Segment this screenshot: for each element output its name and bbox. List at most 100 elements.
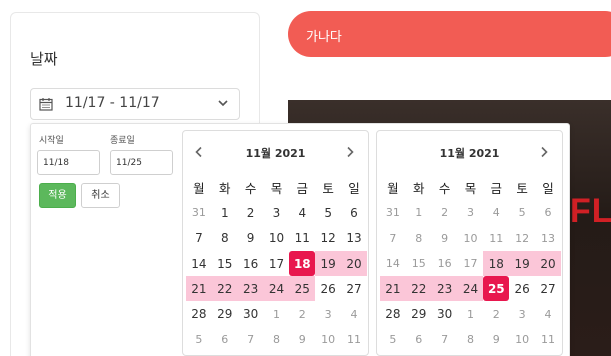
day-cell[interactable]: 4 bbox=[535, 301, 561, 326]
day-cell[interactable]: 7 bbox=[432, 327, 458, 352]
day-cell[interactable]: 3 bbox=[458, 200, 484, 225]
day-cell[interactable]: 8 bbox=[458, 327, 484, 352]
day-cell[interactable]: 19 bbox=[315, 250, 342, 277]
day-cell[interactable]: 5 bbox=[380, 327, 406, 352]
day-cell[interactable]: 27 bbox=[341, 276, 367, 301]
day-cell[interactable]: 31 bbox=[186, 200, 212, 225]
day-cell[interactable]: 5 bbox=[315, 200, 341, 225]
day-cell[interactable]: 29 bbox=[212, 301, 238, 326]
day-cell[interactable]: 7 bbox=[238, 327, 264, 352]
day-cell[interactable]: 20 bbox=[535, 250, 561, 277]
day-cell[interactable]: 24 bbox=[457, 276, 484, 302]
day-cell[interactable]: 8 bbox=[264, 327, 290, 352]
day-cell[interactable]: 2 bbox=[432, 200, 458, 225]
day-cell[interactable]: 28 bbox=[186, 301, 212, 326]
day-cell[interactable]: 6 bbox=[341, 200, 367, 225]
weekday-label: 목 bbox=[270, 181, 283, 197]
day-cell[interactable]: 17 bbox=[458, 251, 484, 276]
next-month-icon[interactable] bbox=[344, 146, 356, 158]
day-cell[interactable]: 7 bbox=[186, 226, 212, 251]
day-cell[interactable]: 30 bbox=[432, 301, 458, 326]
weekday-label: 토 bbox=[322, 181, 334, 197]
day-cell[interactable]: 12 bbox=[509, 226, 535, 251]
day-cell[interactable]: 16 bbox=[432, 251, 458, 276]
day-cell[interactable]: 16 bbox=[238, 251, 264, 276]
chevron-down-icon bbox=[218, 100, 228, 107]
day-cell[interactable]: 1 bbox=[212, 200, 238, 225]
day-cell[interactable]: 5 bbox=[186, 327, 212, 352]
day-cell[interactable]: 22 bbox=[405, 276, 432, 302]
day-cell[interactable]: 3 bbox=[315, 301, 341, 326]
day-cell[interactable]: 29 bbox=[406, 301, 432, 326]
day-cell[interactable]: 31 bbox=[380, 200, 406, 225]
day-cell[interactable]: 1 bbox=[458, 301, 484, 326]
day-cell[interactable]: 30 bbox=[238, 301, 264, 326]
day-cell[interactable]: 4 bbox=[289, 200, 315, 225]
day-cell[interactable]: 17 bbox=[264, 251, 290, 276]
day-cell[interactable]: 11 bbox=[341, 327, 367, 352]
day-cell[interactable]: 15 bbox=[212, 251, 238, 276]
next-month-icon[interactable] bbox=[538, 146, 550, 158]
day-cell[interactable]: 9 bbox=[238, 226, 264, 251]
apply-button[interactable]: 적용 bbox=[39, 183, 76, 208]
day-cell[interactable]: 2 bbox=[238, 200, 264, 225]
day-cell[interactable]: 25 bbox=[289, 276, 316, 302]
selected-day-cell[interactable]: 18 bbox=[289, 250, 316, 277]
day-cell[interactable]: 5 bbox=[509, 200, 535, 225]
calendar-week-row: 7 8 9 10 11 12 13 bbox=[380, 226, 561, 251]
day-cell[interactable]: 8 bbox=[406, 226, 432, 251]
day-cell[interactable]: 1 bbox=[406, 200, 432, 225]
day-cell[interactable]: 28 bbox=[380, 301, 406, 326]
day-cell[interactable]: 10 bbox=[458, 226, 484, 251]
selected-day-cell[interactable]: 25 bbox=[483, 276, 510, 302]
day-cell[interactable]: 12 bbox=[315, 226, 341, 251]
calendar-week-row: 31 1 2 3 4 5 6 bbox=[186, 200, 367, 225]
day-cell[interactable]: 1 bbox=[264, 301, 290, 326]
day-cell[interactable]: 21 bbox=[380, 276, 406, 302]
day-cell[interactable]: 6 bbox=[535, 200, 561, 225]
day-cell[interactable]: 15 bbox=[406, 251, 432, 276]
day-cell[interactable]: 6 bbox=[212, 327, 238, 352]
day-cell[interactable]: 10 bbox=[315, 327, 341, 352]
start-date-input[interactable] bbox=[37, 150, 100, 175]
day-cell[interactable]: 2 bbox=[289, 301, 315, 326]
day-cell[interactable]: 7 bbox=[380, 226, 406, 251]
day-cell[interactable]: 9 bbox=[483, 327, 509, 352]
cancel-button[interactable]: 취소 bbox=[81, 183, 120, 208]
day-cell[interactable]: 14 bbox=[186, 251, 212, 276]
calendar-right: 11월 2021 월 화 수 목 금 토 일 31 1 2 3 4 5 6 7 8 9 10 11 12 13 14 15 1… bbox=[376, 130, 563, 356]
day-cell[interactable]: 8 bbox=[212, 226, 238, 251]
day-cell[interactable]: 10 bbox=[264, 226, 290, 251]
day-cell[interactable]: 6 bbox=[406, 327, 432, 352]
date-range-trigger[interactable]: 11/17 - 11/17 bbox=[30, 88, 240, 120]
day-cell[interactable]: 11 bbox=[535, 327, 561, 352]
weekday-label: 화 bbox=[413, 181, 425, 197]
day-cell[interactable]: 4 bbox=[483, 200, 509, 225]
day-cell[interactable]: 3 bbox=[264, 200, 290, 225]
day-cell[interactable]: 9 bbox=[432, 226, 458, 251]
calendar-icon bbox=[39, 98, 53, 111]
day-cell[interactable]: 26 bbox=[509, 276, 535, 301]
day-cell[interactable]: 11 bbox=[289, 226, 315, 251]
day-cell[interactable]: 4 bbox=[341, 301, 367, 326]
day-cell[interactable]: 23 bbox=[237, 276, 264, 302]
day-cell[interactable]: 22 bbox=[211, 276, 238, 302]
day-cell[interactable]: 13 bbox=[535, 226, 561, 251]
day-cell[interactable]: 3 bbox=[509, 301, 535, 326]
end-date-input[interactable] bbox=[110, 150, 173, 175]
day-cell[interactable]: 23 bbox=[431, 276, 458, 302]
day-cell[interactable]: 27 bbox=[535, 276, 561, 301]
day-cell[interactable]: 11 bbox=[483, 226, 509, 251]
day-cell[interactable]: 10 bbox=[509, 327, 535, 352]
day-cell[interactable]: 19 bbox=[509, 250, 536, 277]
day-cell[interactable]: 21 bbox=[186, 276, 212, 302]
day-cell[interactable]: 24 bbox=[263, 276, 290, 302]
day-cell[interactable]: 26 bbox=[315, 276, 341, 301]
day-cell[interactable]: 13 bbox=[341, 226, 367, 251]
day-cell[interactable]: 2 bbox=[483, 301, 509, 326]
calendar-week-row: 5 6 7 8 9 10 11 bbox=[186, 327, 367, 352]
day-cell[interactable]: 9 bbox=[289, 327, 315, 352]
day-cell[interactable]: 18 bbox=[483, 250, 510, 277]
day-cell[interactable]: 20 bbox=[341, 250, 367, 277]
day-cell[interactable]: 14 bbox=[380, 251, 406, 276]
